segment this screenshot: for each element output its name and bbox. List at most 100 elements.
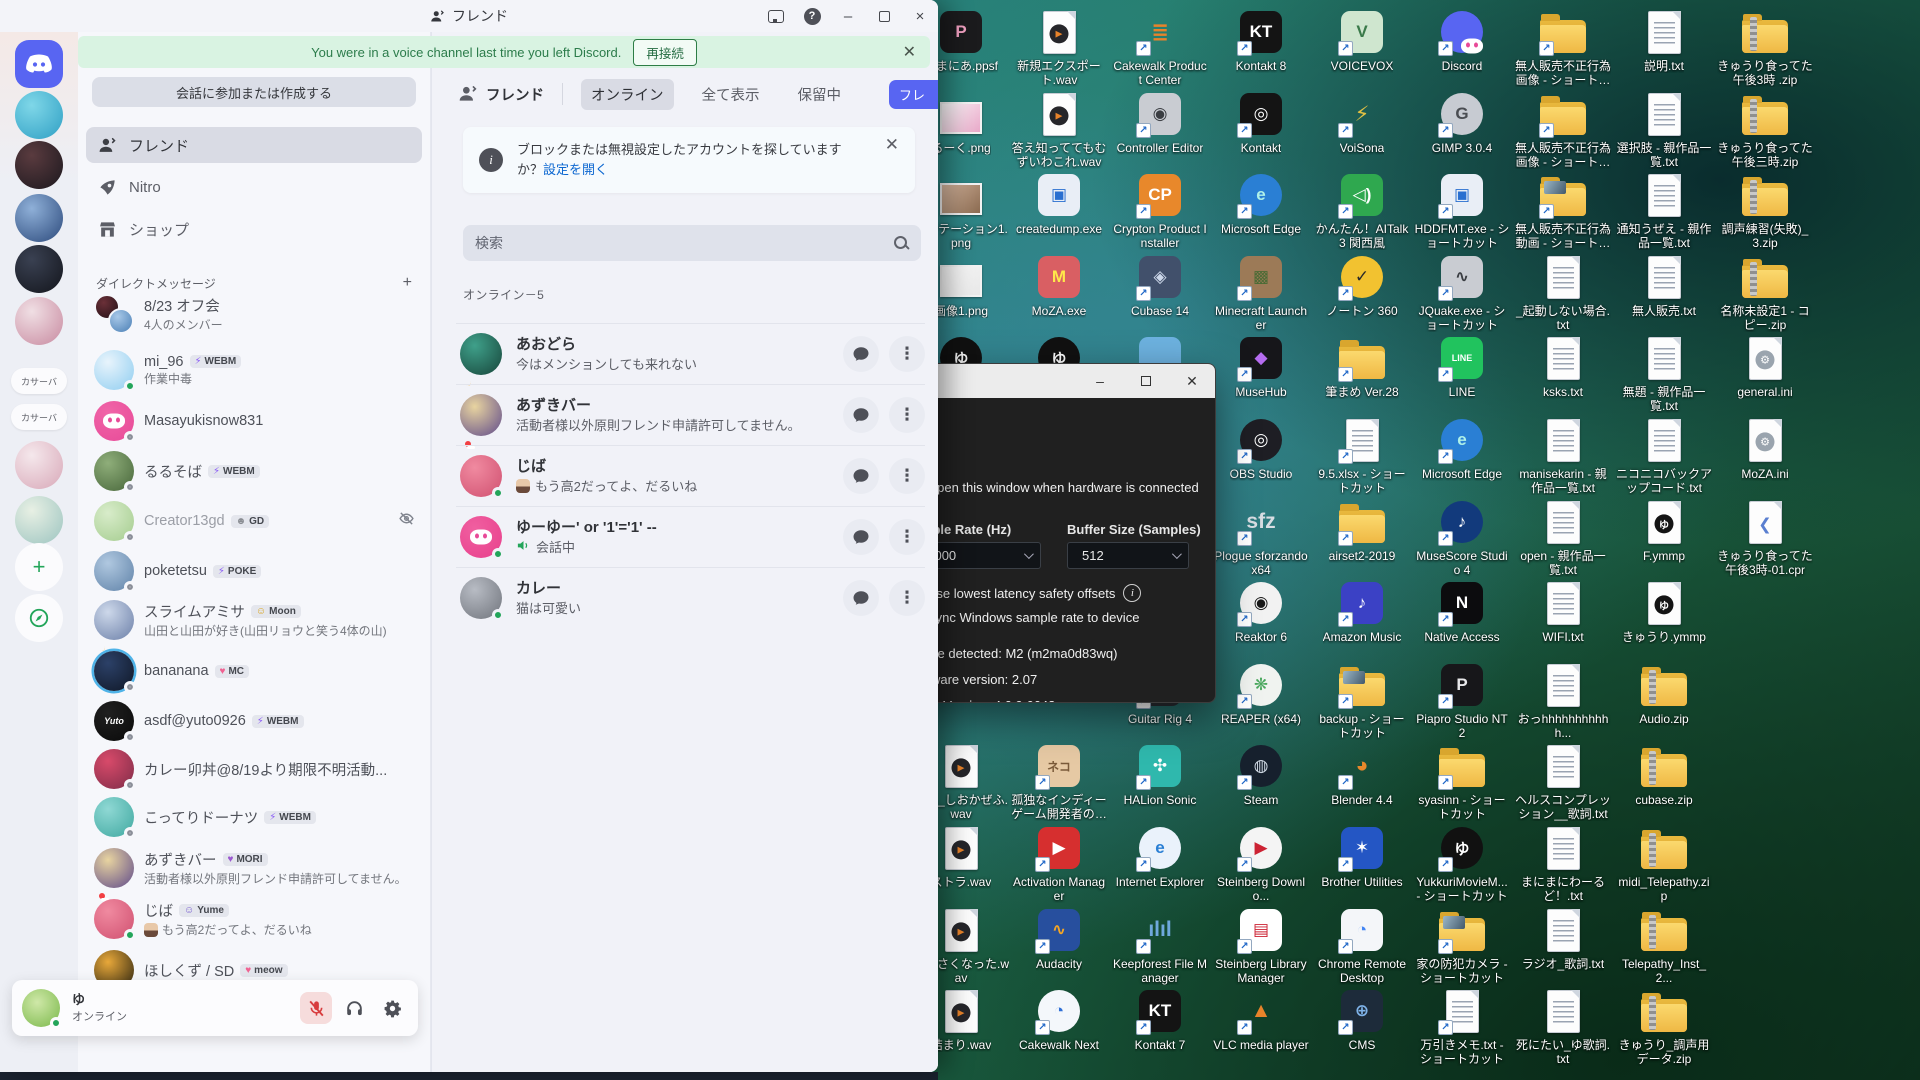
- desktop-icon[interactable]: ♪↗Amazon Music: [1314, 579, 1410, 644]
- desktop-icon[interactable]: ▶新規エクスポート.wav: [1011, 8, 1107, 87]
- more-button[interactable]: ⋮: [889, 580, 925, 616]
- deafen-button[interactable]: [338, 992, 370, 1024]
- desktop-icon[interactable]: ksks.txt: [1515, 334, 1611, 399]
- desktop-icon[interactable]: まにまにわーるど！.txt: [1515, 824, 1611, 903]
- desktop-icon[interactable]: midi_Telepathy.zip: [1616, 824, 1712, 903]
- desktop-icon[interactable]: e↗Microsoft Edge: [1414, 416, 1510, 481]
- tab-show-all[interactable]: 全て表示: [692, 79, 770, 110]
- server-icon-server-8[interactable]: [15, 441, 63, 489]
- desktop-icon[interactable]: ↗家の防犯カメラ - ショートカット: [1414, 906, 1510, 985]
- search-input[interactable]: [475, 235, 893, 251]
- server-icon-server-3[interactable]: [15, 194, 63, 242]
- desktop-icon[interactable]: ↗無人販売不正行為画像 - ショートカッ...: [1515, 8, 1611, 87]
- desktop-icon[interactable]: ✣↗HALion Sonic: [1112, 742, 1208, 807]
- dm-list-item[interactable]: mi_96⚡WEBM作業中毒: [86, 347, 423, 393]
- desktop-icon[interactable]: LINE↗LINE: [1414, 334, 1510, 399]
- desktop-icon[interactable]: V↗VOICEVOX: [1314, 8, 1410, 73]
- desktop-icon[interactable]: ↗無人販売不正行為画像 - ショートカット: [1515, 90, 1611, 169]
- more-button[interactable]: ⋮: [889, 336, 925, 372]
- desktop-icon[interactable]: ◉↗Controller Editor: [1112, 90, 1208, 155]
- desktop-icon[interactable]: ◎↗OBS Studio: [1213, 416, 1309, 481]
- desktop-icon[interactable]: ↗airset2-2019: [1314, 498, 1410, 563]
- dm-list-item[interactable]: bananana♥MC: [86, 648, 423, 694]
- dm-list-item[interactable]: じば☺Yumeもう高2だってよ、だるいね: [86, 896, 423, 942]
- close-icon[interactable]: ✕: [885, 135, 899, 155]
- sidebar-item-shop[interactable]: ショップ: [86, 211, 422, 247]
- friend-row[interactable]: じばもう高2だってよ、だるいね⋮: [456, 445, 925, 506]
- desktop-icon[interactable]: ゆ↗YukkuriMovieM... - ショートカット: [1414, 824, 1510, 903]
- desktop-icon[interactable]: ◕↗Blender 4.4: [1314, 742, 1410, 807]
- desktop-icon[interactable]: ◆↗MuseHub: [1213, 334, 1309, 399]
- desktop-icon[interactable]: cubase.zip: [1616, 742, 1712, 807]
- dm-list-item[interactable]: Yutoasdf@yuto0926⚡WEBM: [86, 698, 423, 744]
- explore-button[interactable]: [15, 594, 63, 642]
- sidebar-item-friends[interactable]: フレンド: [86, 127, 422, 163]
- sidebar-server-server-7[interactable]: カサーバ: [11, 404, 67, 430]
- user-avatar[interactable]: [22, 989, 60, 1027]
- dm-header-label[interactable]: ダイレクトメッセージ: [96, 275, 216, 292]
- dm-list-item[interactable]: Masayukisnow831: [86, 398, 423, 444]
- desktop-icon[interactable]: ゆきゅうり.ymmp: [1616, 579, 1712, 644]
- desktop-icon[interactable]: open - 親作品一覧.txt: [1515, 498, 1611, 577]
- desktop-icon[interactable]: ♪↗MuseScore Studio 4: [1414, 498, 1510, 577]
- desktop-icon[interactable]: ❋↗REAPER (x64): [1213, 661, 1309, 726]
- desktop-icon[interactable]: 名称未設定1 - コピー.zip: [1717, 253, 1813, 332]
- add-server-button[interactable]: +: [15, 543, 63, 591]
- friend-row[interactable]: カレー猫は可愛い⋮: [456, 567, 925, 628]
- desktop-icon[interactable]: manisekarin - 親作品一覧.txt: [1515, 416, 1611, 495]
- dialog-maximize-button[interactable]: [1123, 364, 1169, 398]
- desktop-icon[interactable]: ❮きゅうり食ってた午後3時-01.cpr: [1717, 498, 1813, 577]
- desktop-icon[interactable]: ↗syasinn - ショートカット: [1414, 742, 1510, 821]
- friend-search[interactable]: [463, 225, 921, 261]
- desktop-icon[interactable]: ılıl↗Keepforest File Manager: [1112, 906, 1208, 985]
- desktop-icon[interactable]: ラジオ_歌詞.txt: [1515, 906, 1611, 971]
- desktop-icon[interactable]: ▶↗Steinberg Downlo...: [1213, 824, 1309, 903]
- server-icon-server-5[interactable]: [15, 297, 63, 345]
- username[interactable]: ゆ: [72, 992, 127, 1008]
- banner-close-icon[interactable]: ✕: [903, 42, 916, 62]
- desktop-icon[interactable]: ∿↗JQuake.exe - ショートカット: [1414, 253, 1510, 332]
- desktop-icon[interactable]: ◍↗Steam: [1213, 742, 1309, 807]
- desktop-icon[interactable]: ≣↗Cakewalk Product Center: [1112, 8, 1208, 87]
- info-icon[interactable]: i: [1123, 584, 1141, 602]
- message-button[interactable]: [843, 580, 879, 616]
- desktop-icon[interactable]: _起動しない場合.txt: [1515, 253, 1611, 332]
- desktop-icon[interactable]: ニコニコバックアップコード.txt: [1616, 416, 1712, 495]
- desktop-icon[interactable]: ゆF.ymmp: [1616, 498, 1712, 563]
- desktop-icon[interactable]: ⊕↗CMS: [1314, 987, 1410, 1052]
- maximize-button[interactable]: [866, 0, 902, 32]
- add-friend-button[interactable]: フレ: [889, 80, 938, 109]
- desktop-icon[interactable]: ↗万引きメモ.txt - ショートカット: [1414, 987, 1510, 1066]
- sync-sample-rate-row[interactable]: Sync Windows sample rate to device: [905, 610, 1205, 625]
- discord-titlebar[interactable]: フレンド ? – ×: [0, 0, 938, 32]
- desktop-icon[interactable]: ▲↗VLC media player: [1213, 987, 1309, 1052]
- create-dm-icon[interactable]: +: [395, 274, 420, 292]
- server-icon-server-9[interactable]: [15, 496, 63, 544]
- desktop-icon[interactable]: ↗無人販売不正行為動画 - ショートカット: [1515, 171, 1611, 250]
- desktop-icon[interactable]: ◔↗Cakewalk Next: [1011, 987, 1107, 1052]
- message-button[interactable]: [843, 336, 879, 372]
- buffer-size-dropdown[interactable]: 512: [1067, 542, 1189, 569]
- desktop-icon[interactable]: Telepathy_Inst_2...: [1616, 906, 1712, 985]
- dm-list-item[interactable]: poketetsu⚡POKE: [86, 548, 423, 594]
- mic-muted-button[interactable]: [300, 992, 332, 1024]
- tab-online[interactable]: オンライン: [581, 79, 674, 110]
- desktop-icon[interactable]: おっhhhhhhhhhhh...: [1515, 661, 1611, 740]
- desktop-icon[interactable]: WIFI.txt: [1515, 579, 1611, 644]
- desktop-icon[interactable]: ∿↗Audacity: [1011, 906, 1107, 971]
- settings-button[interactable]: [376, 992, 408, 1024]
- desktop-icon[interactable]: G↗GIMP 3.0.4: [1414, 90, 1510, 155]
- desktop-icon[interactable]: ◎↗Kontakt: [1213, 90, 1309, 155]
- desktop-icon[interactable]: N↗Native Access: [1414, 579, 1510, 644]
- desktop-icon[interactable]: 死にたい_ゆ歌詞.txt: [1515, 987, 1611, 1066]
- close-button[interactable]: ×: [902, 0, 938, 32]
- message-button[interactable]: [843, 397, 879, 433]
- desktop-icon[interactable]: ◔↗Chrome Remote Desktop: [1314, 906, 1410, 985]
- desktop-icon[interactable]: e↗Microsoft Edge: [1213, 171, 1309, 236]
- desktop-icon[interactable]: ▤↗Steinberg Library Manager: [1213, 906, 1309, 985]
- minimize-button[interactable]: –: [830, 0, 866, 32]
- desktop-icon[interactable]: ↗backup - ショートカット: [1314, 661, 1410, 740]
- dialog-minimize-button[interactable]: –: [1077, 364, 1123, 398]
- server-icon-server-4[interactable]: [15, 245, 63, 293]
- desktop-icon[interactable]: ネコ↗孤独なインディーゲーム開発者の一生 ...: [1011, 742, 1107, 821]
